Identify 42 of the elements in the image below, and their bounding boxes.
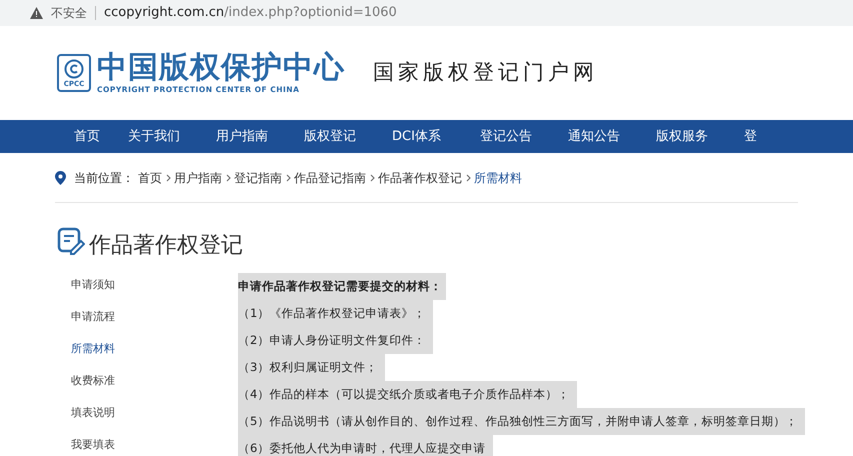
nav-item[interactable]: 版权登记 [304,126,364,146]
materials-heading: 申请作品著作权登记需要提交的材料： [238,273,446,300]
nav-item[interactable]: 版权服务 [656,126,716,146]
security-label: 不安全 [51,5,87,22]
chevron-icon [286,174,291,182]
site-slogan: 国家版权登记门户网 [373,59,598,86]
sidebar-item[interactable]: 收费标准 [71,369,182,401]
document-pen-icon [57,227,85,257]
breadcrumb-link[interactable]: 首页 [138,168,162,186]
chevron-icon [226,174,231,182]
chevron-icon [466,174,471,182]
breadcrumb-link[interactable]: 作品登记指南 [294,168,366,186]
nav-item[interactable]: 关于我们 [128,126,188,146]
materials-item: （3）权利归属证明文件； [238,354,386,381]
nav-item[interactable]: 登 [744,126,804,146]
warning-icon [30,7,43,19]
nav-item[interactable]: 登记公告 [480,126,540,146]
sidebar-item[interactable]: 我要填表 [71,433,182,456]
nav-item[interactable]: DCI体系 [392,126,452,146]
materials-item: （6）委托他人代为申请时，代理人应提交申请 [238,435,494,456]
logo-title: 中国版权保护中心 [97,52,345,83]
materials-item: （5）作品说明书（请从创作目的、创作过程、作品独创性三方面写，并附申请人签章，标明签章日期）； [238,408,806,435]
breadcrumb-link[interactable]: 用户指南 [174,168,222,186]
breadcrumb-link[interactable]: 作品著作权登记 [378,168,462,186]
breadcrumb-label: 当前位置： [74,170,134,186]
nav-item[interactable]: 首页 [74,126,100,146]
materials-item: （4）作品的样本（可以提交纸介质或者电子介质作品样本）； [238,381,578,408]
breadcrumb-link[interactable]: 所需材料 [474,168,522,186]
page-title: 作品著作权登记 [89,235,243,257]
url-text[interactable]: ccopyright.com.cn/index.php?optionid=1060 [104,3,397,23]
breadcrumb-link[interactable]: 登记指南 [234,168,282,186]
nav-item[interactable]: 通知公告 [568,126,628,146]
nav-item[interactable]: 用户指南 [216,126,276,146]
chevron-icon [166,174,171,182]
sidebar-item[interactable]: 申请须知 [71,273,182,305]
chevron-icon [370,174,375,182]
location-pin-icon [55,170,66,184]
sidebar-item[interactable]: 所需材料 [71,337,182,369]
materials-item: （2）申请人身份证明文件复印件： [238,327,434,354]
sidebar-item[interactable]: 填表说明 [71,401,182,433]
sidebar-item[interactable]: 申请流程 [71,305,182,337]
materials-item: （1）《作品著作权登记申请表》； [238,300,434,327]
